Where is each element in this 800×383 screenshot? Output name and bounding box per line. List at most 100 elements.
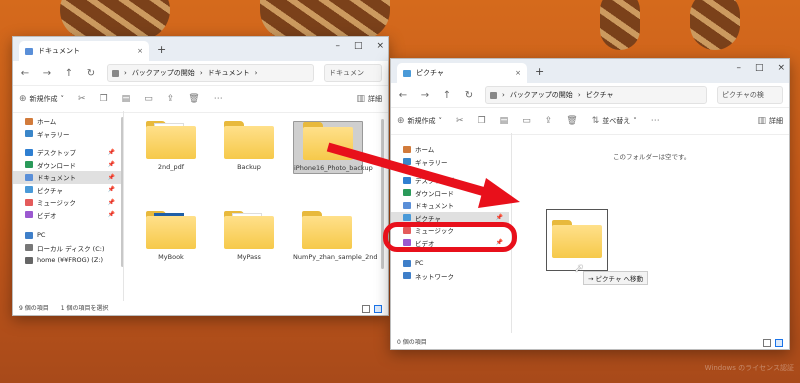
pin-icon[interactable]: 📌 xyxy=(108,174,115,181)
pin-icon[interactable]: 📌 xyxy=(108,161,115,168)
breadcrumb-item[interactable]: ドキュメント xyxy=(208,68,250,78)
new-button[interactable]: ⊕ 新規作成 ˅ xyxy=(19,94,64,104)
nav-item[interactable]: PC xyxy=(391,257,509,270)
close-button[interactable]: × xyxy=(376,41,384,51)
nav-item[interactable]: ドキュメント xyxy=(391,199,509,212)
share-icon[interactable]: ⇪ xyxy=(545,116,553,126)
address-box[interactable]: › バックアップの開始 › ドキュメント › xyxy=(107,64,314,82)
details-button[interactable]: ▥ 詳細 xyxy=(757,116,783,126)
folder-icon xyxy=(146,211,196,249)
search-input[interactable]: ドキュメン xyxy=(324,64,382,82)
large-icons-view-icon[interactable] xyxy=(374,305,382,313)
more-icon[interactable]: ⋯ xyxy=(214,94,223,104)
more-icon[interactable]: ⋯ xyxy=(651,116,660,126)
pin-icon[interactable]: 📌 xyxy=(496,239,503,246)
maximize-button[interactable]: □ xyxy=(755,63,764,73)
selected-count: 1 個の項目を選択 xyxy=(60,305,109,312)
search-input[interactable]: ピクチャの検 xyxy=(717,86,783,104)
nav-item[interactable]: ホーム xyxy=(391,143,509,156)
new-button[interactable]: ⊕ 新規作成 ˅ xyxy=(397,116,442,126)
address-box[interactable]: › バックアップの開始 › ピクチャ xyxy=(485,86,707,104)
folder-icon xyxy=(303,122,353,160)
up-icon[interactable]: ↑ xyxy=(63,68,75,79)
pin-icon[interactable]: 📌 xyxy=(108,199,115,206)
nav-item[interactable]: デスクトップ xyxy=(391,174,509,187)
back-icon[interactable]: ← xyxy=(19,68,31,79)
close-button[interactable]: × xyxy=(777,63,785,73)
desktop-icon xyxy=(403,176,411,184)
nav-item[interactable]: ギャラリー xyxy=(391,156,509,169)
window-controls: – □ × xyxy=(736,63,785,73)
location-icon xyxy=(490,91,497,99)
file-item[interactable]: MyBook xyxy=(137,211,205,262)
minimize-button[interactable]: – xyxy=(335,41,340,51)
forward-icon[interactable]: → xyxy=(419,90,431,101)
nav-item[interactable]: ダウンロード 📌 xyxy=(13,159,121,172)
breadcrumb-item[interactable]: バックアップの開始 xyxy=(510,90,573,100)
pin-icon[interactable]: 📌 xyxy=(108,211,115,218)
pin-icon[interactable]: 📌 xyxy=(108,186,115,193)
file-item[interactable]: NumPy_zhan_sample_2nd xyxy=(293,211,377,262)
nav-item[interactable]: ビデオ 📌 xyxy=(13,209,121,222)
breadcrumb-item[interactable]: バックアップの開始 xyxy=(132,68,195,78)
file-item[interactable]: MyPass xyxy=(215,211,283,262)
nav-item[interactable]: ローカル ディスク (C:) xyxy=(13,242,121,255)
close-tab-icon[interactable]: × xyxy=(137,47,143,55)
pin-icon[interactable]: 📌 xyxy=(108,149,115,156)
cut-icon[interactable]: ✂ xyxy=(78,94,86,104)
nav-item[interactable]: ミュージック 📌 xyxy=(13,196,121,209)
delete-icon[interactable]: 🗑 xyxy=(566,116,577,126)
nav-item[interactable]: ミュージック xyxy=(391,224,509,237)
copy-icon[interactable]: ❐ xyxy=(100,94,108,104)
tab-pictures[interactable]: ピクチャ × xyxy=(397,63,527,83)
nav-item[interactable]: PC xyxy=(13,229,121,242)
nav-item[interactable]: home (¥¥FROG) (Z:) xyxy=(13,254,121,267)
new-tab-button[interactable]: + xyxy=(535,65,544,78)
file-item[interactable]: iPhone16_Photo_backup xyxy=(293,121,373,174)
location-icon xyxy=(112,69,119,77)
nav-item-label: ギャラリー xyxy=(37,130,70,139)
nav-item[interactable]: ピクチャ 📌 xyxy=(391,211,509,224)
nav-item[interactable]: ダウンロード xyxy=(391,187,509,200)
details-button[interactable]: ▥ 詳細 xyxy=(356,94,382,104)
pc-icon xyxy=(25,231,33,239)
large-icons-view-icon[interactable] xyxy=(775,339,783,347)
rename-icon[interactable]: ▭ xyxy=(144,94,153,104)
gallery-icon xyxy=(25,130,33,138)
forward-icon[interactable]: → xyxy=(41,68,53,79)
file-item[interactable]: Backup xyxy=(215,121,283,172)
nav-item[interactable]: ビデオ 📌 xyxy=(391,237,509,250)
nav-item[interactable]: ドキュメント 📌 xyxy=(13,171,121,184)
rename-icon[interactable]: ▭ xyxy=(522,116,531,126)
sort-button[interactable]: ⇅ 並べ替え ˅ xyxy=(592,116,637,126)
maximize-button[interactable]: □ xyxy=(354,41,363,51)
nav-item-label: ギャラリー xyxy=(415,158,448,167)
nav-item[interactable]: ピクチャ 📌 xyxy=(13,184,121,197)
nav-item[interactable]: ギャラリー xyxy=(13,128,121,141)
paste-icon[interactable]: ▤ xyxy=(122,94,131,104)
nav-item-label: ローカル ディスク (C:) xyxy=(37,244,105,253)
nav-item[interactable]: デスクトップ 📌 xyxy=(13,146,121,159)
tab-documents[interactable]: ドキュメント × xyxy=(19,41,149,61)
details-view-icon[interactable] xyxy=(763,339,771,347)
refresh-icon[interactable]: ↻ xyxy=(463,90,475,101)
nav-item[interactable]: ネットワーク xyxy=(391,270,509,283)
back-icon[interactable]: ← xyxy=(397,90,409,101)
share-icon[interactable]: ⇪ xyxy=(167,94,175,104)
paste-icon[interactable]: ▤ xyxy=(500,116,509,126)
files-scrollbar[interactable] xyxy=(381,119,384,269)
new-tab-button[interactable]: + xyxy=(157,43,166,56)
details-view-icon[interactable] xyxy=(362,305,370,313)
copy-icon[interactable]: ❐ xyxy=(478,116,486,126)
pin-icon[interactable]: 📌 xyxy=(496,214,503,221)
delete-icon[interactable]: 🗑 xyxy=(188,94,199,104)
cut-icon[interactable]: ✂ xyxy=(456,116,464,126)
breadcrumb-item[interactable]: ピクチャ xyxy=(586,90,614,100)
file-item[interactable]: 2nd_pdf xyxy=(137,121,205,172)
nav-item[interactable]: ホーム xyxy=(13,115,121,128)
command-bar: ⊕ 新規作成 ˅ ✂ ❐ ▤ ▭ ⇪ 🗑 ⇅ 並べ替え ˅ ⋯ ▥ 詳細 xyxy=(391,108,789,135)
minimize-button[interactable]: – xyxy=(736,63,741,73)
up-icon[interactable]: ↑ xyxy=(441,90,453,101)
refresh-icon[interactable]: ↻ xyxy=(85,68,97,79)
close-tab-icon[interactable]: × xyxy=(515,69,521,77)
